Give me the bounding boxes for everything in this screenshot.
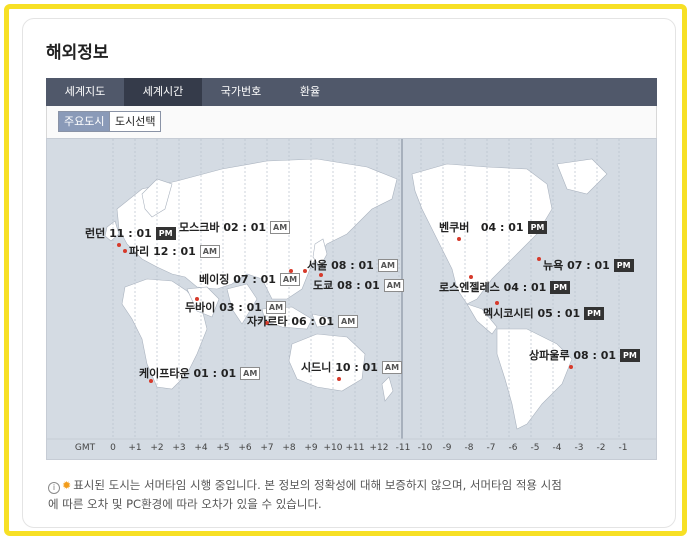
gmt-offset: -6 xyxy=(508,443,518,453)
tab-country-code[interactable]: 국가번호 xyxy=(202,78,280,106)
city-dot-vancouver xyxy=(457,237,461,241)
gmt-offset: -7 xyxy=(486,443,496,453)
gmt-offset: +4 xyxy=(194,443,208,453)
gmt-offset: 0 xyxy=(110,443,116,453)
gmt-offset: +11 xyxy=(345,443,365,453)
city-vancouver[interactable]: 벤쿠버 04 : 01 PM xyxy=(439,221,548,235)
gmt-offset: -8 xyxy=(464,443,474,453)
major-cities-button[interactable]: 주요도시 xyxy=(58,111,111,132)
gmt-offset: +8 xyxy=(282,443,296,453)
city-dot-london xyxy=(117,243,121,247)
sun-icon: ✹ xyxy=(62,479,72,492)
gmt-offset: -2 xyxy=(596,443,606,453)
city-jakarta[interactable]: 자카르타 06 : 01 AM xyxy=(247,315,359,329)
city-dot-paris xyxy=(123,249,127,253)
city-dot-new-york xyxy=(537,257,541,261)
city-seoul[interactable]: 서울 08 : 01 AM xyxy=(307,259,398,273)
city-london[interactable]: 런던 11 : 01 PM xyxy=(85,227,176,241)
gmt-label: GMT xyxy=(74,443,96,453)
city-moscow[interactable]: 모스크바 02 : 01 AM xyxy=(179,221,291,235)
city-new-york[interactable]: 뉴욕 07 : 01 PM xyxy=(543,259,634,273)
page-title: 해외정보 xyxy=(46,43,109,63)
city-sao-paulo[interactable]: 상파울루 08 : 01 PM xyxy=(529,349,640,363)
gmt-offset: -1 xyxy=(618,443,628,453)
tab-world-map[interactable]: 세계지도 xyxy=(46,78,124,106)
gmt-offset: +10 xyxy=(323,443,343,453)
tab-bar: 세계지도 세계시간 국가번호 환율 xyxy=(46,78,657,106)
city-capetown[interactable]: 케이프타운 01 : 01 AM xyxy=(139,367,261,381)
gmt-offset: +6 xyxy=(238,443,252,453)
city-dubai[interactable]: 두바이 03 : 01 AM xyxy=(185,301,287,315)
world-time-map: 런던 11 : 01 PM 파리 12 : 01 AM 모스크바 02 : 01 AM… xyxy=(46,138,657,460)
notice-line-1: 표시된 도시는 서머타임 시행 중입니다. 본 정보의 정확성에 대해 보증하지… xyxy=(73,478,562,492)
gmt-offset: -5 xyxy=(530,443,540,453)
city-tokyo[interactable]: 도쿄 08 : 01 AM xyxy=(313,279,404,293)
gmt-offset: -9 xyxy=(442,443,452,453)
city-beijing[interactable]: 베이징 07 : 01 AM xyxy=(199,273,301,287)
gmt-offset: +12 xyxy=(369,443,389,453)
info-icon: i xyxy=(48,482,60,494)
daylight-saving-notice: i ✹ 표시된 도시는 서머타임 시행 중입니다. 본 정보의 정확성에 대해 보증… xyxy=(48,476,658,513)
gmt-offset: -10 xyxy=(417,443,433,453)
city-dot-tokyo xyxy=(319,273,323,277)
select-city-button[interactable]: 도시선택 xyxy=(109,111,162,132)
city-paris[interactable]: 파리 12 : 01 AM xyxy=(129,245,220,259)
gmt-offset: +9 xyxy=(304,443,318,453)
city-mexico-city[interactable]: 멕시코시티 05 : 01 PM xyxy=(483,307,604,321)
gmt-offset: +2 xyxy=(150,443,164,453)
tab-exchange-rate[interactable]: 환율 xyxy=(280,78,340,106)
gmt-offset-axis: GMT 0 +1 +2 +3 +4 +5 +6 +7 +8 +9 +10 +11… xyxy=(47,439,656,459)
city-sydney[interactable]: 시드니 10 : 01 AM xyxy=(301,361,403,375)
world-map-graphic xyxy=(47,139,656,440)
city-dot-sydney xyxy=(337,377,341,381)
city-dot-sao-paulo xyxy=(569,365,573,369)
city-dot-mexico-city xyxy=(495,301,499,305)
city-dot-los-angeles xyxy=(469,275,473,279)
tab-world-time[interactable]: 세계시간 xyxy=(124,78,202,106)
notice-line-2: 에 따른 오차 및 PC환경에 따라 오차가 있을 수 있습니다. xyxy=(48,497,322,511)
gmt-offset: -3 xyxy=(574,443,584,453)
gmt-offset: +7 xyxy=(260,443,274,453)
gmt-offset: +5 xyxy=(216,443,230,453)
gmt-offset: -11 xyxy=(395,443,411,453)
gmt-offset: -4 xyxy=(552,443,562,453)
gmt-offset: +3 xyxy=(172,443,186,453)
gmt-offset: +1 xyxy=(128,443,142,453)
city-filter-bar: 주요도시 도시선택 xyxy=(46,106,657,138)
city-los-angeles[interactable]: 로스엔젤레스 04 : 01 PM xyxy=(439,281,571,295)
